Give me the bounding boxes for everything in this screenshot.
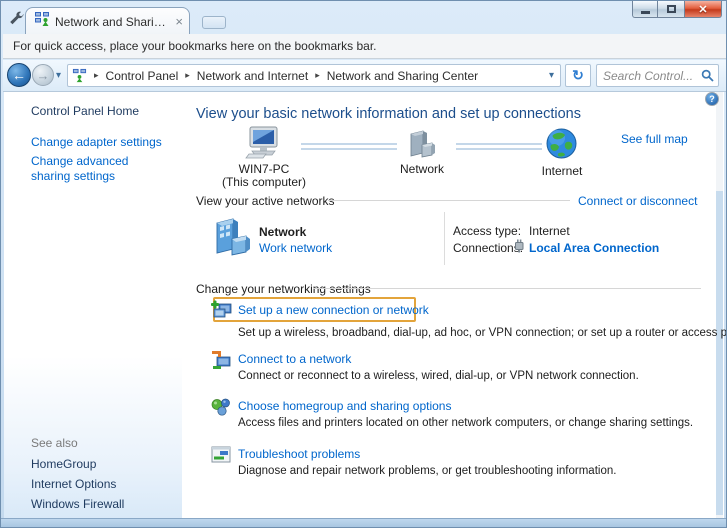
networking-settings-header: Change your networking settings bbox=[196, 282, 371, 296]
homegroup-options-link[interactable]: Choose homegroup and sharing options bbox=[238, 399, 451, 413]
setup-new-connection-link[interactable]: Set up a new connection or network bbox=[238, 303, 429, 317]
access-type-label: Access type: bbox=[453, 224, 521, 238]
homegroup-icon bbox=[210, 396, 232, 423]
connect-to-network-link[interactable]: Connect to a network bbox=[238, 352, 351, 366]
connect-network-icon bbox=[210, 349, 232, 376]
window: Network and Sharing Center × ✕ For quick… bbox=[0, 0, 727, 528]
sidebar-item-control-panel-home[interactable]: Control Panel Home bbox=[31, 104, 139, 118]
see-also-header: See also bbox=[31, 436, 78, 450]
sidebar-item-change-adapter-settings[interactable]: Change adapter settings bbox=[31, 135, 162, 149]
troubleshoot-icon bbox=[210, 444, 232, 471]
forward-arrow-icon: → bbox=[37, 68, 50, 83]
history-dropdown-icon[interactable]: ▾ bbox=[56, 70, 61, 81]
scrollbar-thumb[interactable] bbox=[716, 191, 723, 515]
back-button[interactable]: ← bbox=[7, 63, 31, 87]
sidebar-item-change-advanced-sharing[interactable]: Change advanced sharing settings bbox=[31, 154, 171, 184]
crumb-separator-icon: ▸ bbox=[180, 70, 195, 81]
crumb-separator-icon: ▸ bbox=[89, 70, 104, 81]
homegroup-options-desc: Access files and printers located on oth… bbox=[238, 416, 693, 430]
help-icon[interactable]: ? bbox=[705, 92, 719, 106]
wrench-icon[interactable] bbox=[9, 11, 25, 27]
back-arrow-icon: ← bbox=[12, 67, 26, 83]
tab-bar: Network and Sharing Center × ✕ bbox=[1, 1, 727, 34]
page-title: View your basic network information and … bbox=[196, 107, 581, 121]
window-bottom-frame bbox=[1, 518, 727, 528]
local-area-connection-link[interactable]: Local Area Connection bbox=[529, 241, 659, 255]
work-network-link[interactable]: Work network bbox=[259, 241, 332, 255]
active-network-name: Network bbox=[259, 225, 306, 239]
map-network-label: Network bbox=[391, 162, 453, 176]
map-pc-sub: (This computer) bbox=[214, 175, 314, 189]
connect-or-disconnect-link[interactable]: Connect or disconnect bbox=[578, 194, 697, 208]
search-icon[interactable] bbox=[701, 69, 714, 82]
crumb-network-and-internet[interactable]: Network and Internet bbox=[197, 69, 308, 83]
active-network-divider bbox=[444, 212, 445, 265]
bookmarks-hint-text: For quick access, place your bookmarks h… bbox=[13, 39, 377, 53]
close-icon: ✕ bbox=[698, 3, 707, 16]
network-map-icon bbox=[406, 128, 438, 165]
tab-close-icon[interactable]: × bbox=[175, 15, 183, 28]
map-link-line bbox=[456, 143, 542, 150]
map-link-line bbox=[301, 143, 397, 150]
browser-tab[interactable]: Network and Sharing Center × bbox=[25, 7, 190, 35]
nic-plug-icon bbox=[513, 239, 525, 258]
search-box[interactable] bbox=[596, 64, 719, 87]
internet-globe-icon bbox=[545, 127, 578, 165]
maximize-icon bbox=[667, 5, 676, 13]
address-dropdown-icon[interactable]: ▾ bbox=[549, 70, 556, 81]
map-internet-label: Internet bbox=[531, 164, 593, 178]
troubleshoot-problems-desc: Diagnose and repair network problems, or… bbox=[238, 464, 616, 478]
section-rule bbox=[313, 288, 701, 289]
troubleshoot-problems-link[interactable]: Troubleshoot problems bbox=[238, 447, 360, 461]
address-network-icon bbox=[72, 68, 87, 83]
crumb-network-and-sharing-center[interactable]: Network and Sharing Center bbox=[327, 69, 478, 83]
section-rule bbox=[328, 200, 570, 201]
sidebar-item-internet-options[interactable]: Internet Options bbox=[31, 477, 116, 491]
window-controls: ✕ bbox=[632, 1, 722, 18]
refresh-button[interactable]: ↻ bbox=[565, 64, 591, 87]
minimize-button[interactable] bbox=[632, 1, 658, 18]
minimize-icon bbox=[641, 11, 650, 14]
access-type-value: Internet bbox=[529, 224, 570, 238]
scrollbar-track[interactable] bbox=[716, 92, 723, 518]
new-tab-button[interactable] bbox=[202, 16, 226, 29]
bookmarks-bar: For quick access, place your bookmarks h… bbox=[3, 34, 726, 59]
forward-button[interactable]: → bbox=[32, 64, 54, 86]
new-connection-icon bbox=[210, 299, 232, 326]
setup-new-connection-desc: Set up a wireless, broadband, dial-up, a… bbox=[238, 326, 727, 340]
sidebar-item-homegroup[interactable]: HomeGroup bbox=[31, 457, 96, 471]
connect-to-network-desc: Connect or reconnect to a wireless, wire… bbox=[238, 369, 639, 383]
navigation-bar: ← → ▾ ▸ Control Panel ▸ Network and Inte… bbox=[3, 60, 726, 92]
sidebar-item-windows-firewall[interactable]: Windows Firewall bbox=[31, 497, 124, 511]
breadcrumb[interactable]: ▸ Control Panel ▸ Network and Internet ▸… bbox=[67, 64, 561, 87]
computer-icon bbox=[243, 126, 283, 167]
active-network-icon bbox=[210, 215, 254, 264]
crumb-separator-icon: ▸ bbox=[310, 70, 325, 81]
crumb-control-panel[interactable]: Control Panel bbox=[106, 69, 179, 83]
tab-title: Network and Sharing Center bbox=[55, 15, 170, 29]
search-input[interactable] bbox=[603, 69, 701, 83]
map-pc-name: WIN7-PC bbox=[224, 162, 304, 176]
active-networks-header: View your active networks bbox=[196, 194, 335, 208]
refresh-icon: ↻ bbox=[572, 67, 584, 84]
maximize-button[interactable] bbox=[658, 1, 684, 18]
close-button[interactable]: ✕ bbox=[684, 1, 722, 18]
see-full-map-link[interactable]: See full map bbox=[621, 132, 688, 146]
network-sharing-center-icon bbox=[34, 11, 50, 32]
